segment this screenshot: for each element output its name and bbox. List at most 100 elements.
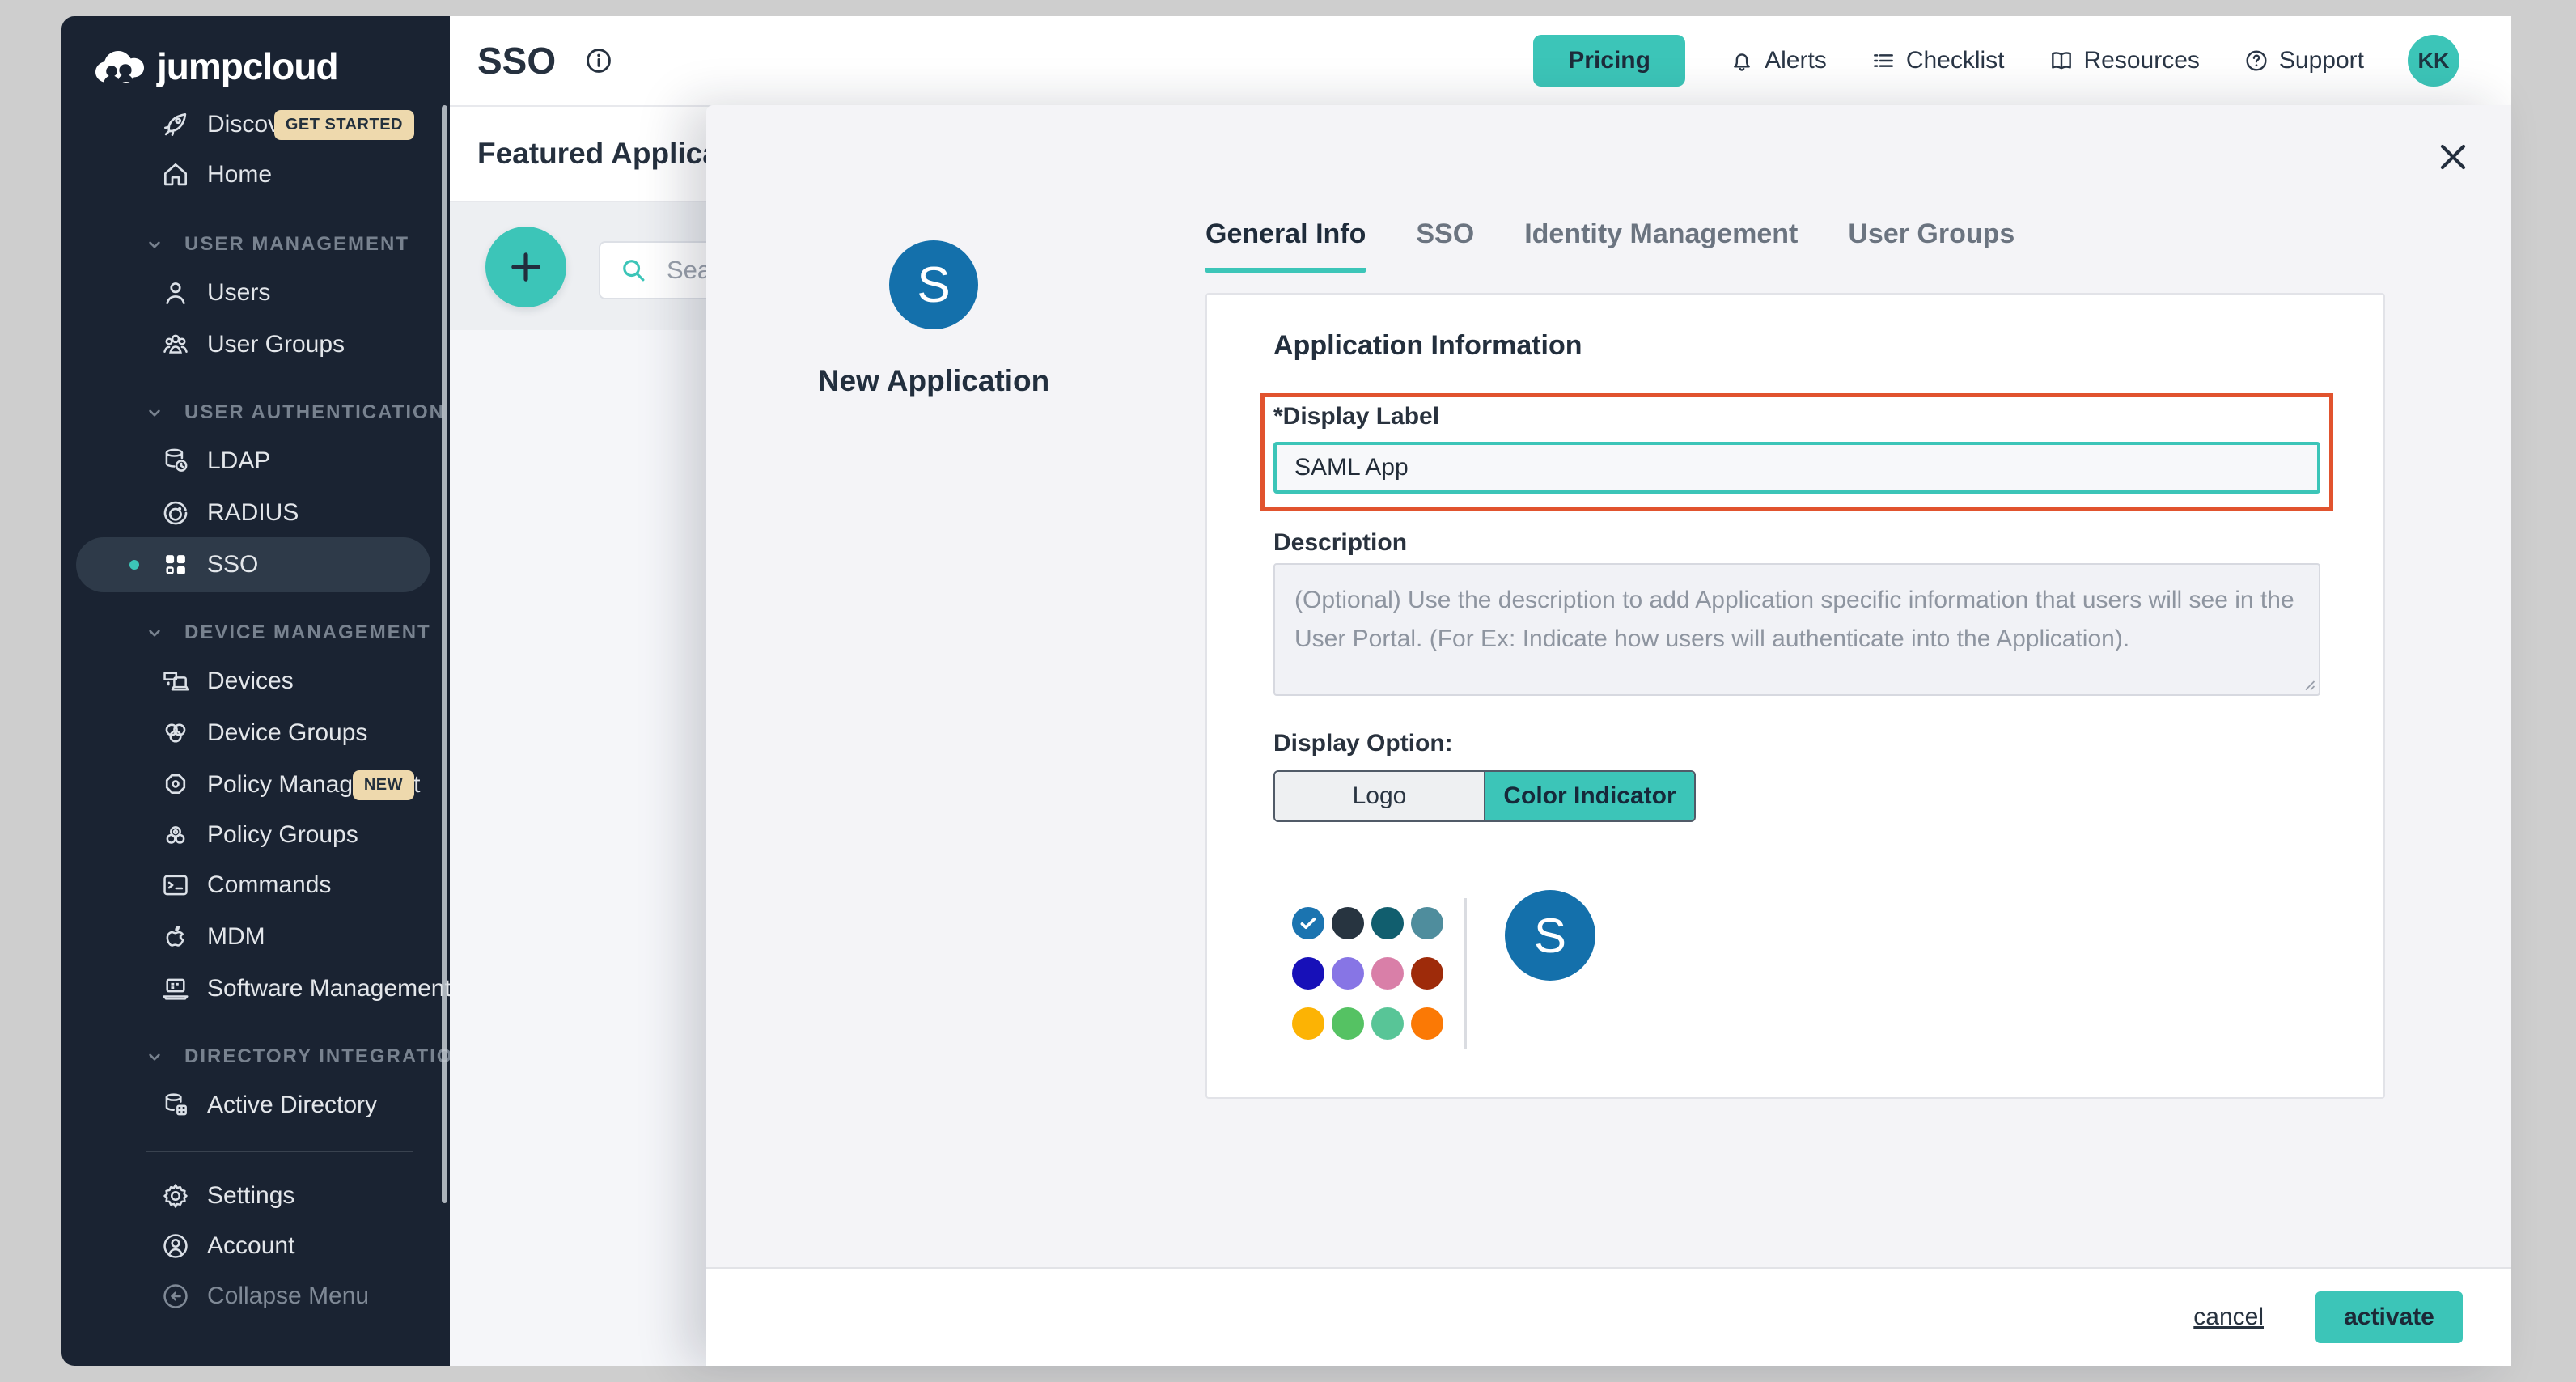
toggle-logo-option[interactable]: Logo [1275, 772, 1485, 820]
sidebar: jumpcloud Discover GET STARTED Home USER… [61, 16, 450, 1366]
user-avatar[interactable]: KK [2408, 35, 2459, 87]
color-swatch[interactable] [1292, 957, 1324, 990]
pricing-button[interactable]: Pricing [1533, 35, 1685, 87]
chevron-down-icon [144, 402, 165, 423]
radar-icon [157, 498, 194, 528]
sidebar-scrollbar[interactable] [442, 105, 447, 1203]
color-swatch[interactable] [1332, 1007, 1364, 1040]
sidebar-item-policy-management[interactable]: Policy Management NEW [61, 761, 450, 809]
color-swatch[interactable] [1411, 907, 1443, 939]
description-textarea[interactable] [1273, 563, 2320, 696]
toggle-color-indicator-option[interactable]: Color Indicator [1485, 772, 1694, 820]
database-clock-icon [157, 446, 194, 477]
modal-tabs: General Info SSO Identity Management Use… [1205, 218, 2015, 273]
logo-text: jumpcloud [157, 45, 338, 88]
policy-icon [157, 769, 194, 800]
header-actions: Pricing Alerts Checklist Resources Suppo… [1533, 35, 2459, 87]
top-header: SSO Pricing Alerts Checklist Resources [450, 16, 2511, 107]
add-application-button[interactable] [485, 227, 566, 307]
new-application-modal: S New Application General Info SSO Ident… [706, 105, 2511, 1366]
sidebar-item-users[interactable]: Users [61, 269, 450, 317]
sidebar-item-software-management[interactable]: Software Management [61, 964, 450, 1013]
sidebar-item-ldap[interactable]: LDAP [61, 437, 450, 485]
application-information-card: Application Information *Display Label D… [1205, 293, 2385, 1099]
resources-link[interactable]: Resources [2049, 47, 2200, 74]
sidebar-item-mdm[interactable]: MDM [61, 913, 450, 961]
color-swatch-selected[interactable] [1292, 907, 1324, 939]
sidebar-item-devices[interactable]: Devices [61, 657, 450, 706]
gear-icon [157, 1181, 194, 1211]
modal-footer: cancel activate [706, 1267, 2511, 1366]
color-swatch[interactable] [1371, 907, 1404, 939]
support-link[interactable]: Support [2243, 47, 2364, 74]
color-swatch[interactable] [1332, 957, 1364, 990]
sidebar-item-discover[interactable]: Discover GET STARTED [61, 100, 450, 149]
collapse-arrow-icon [157, 1281, 194, 1312]
color-swatch[interactable] [1292, 1007, 1324, 1040]
cloud-logo-icon [94, 49, 146, 84]
sidebar-item-radius[interactable]: RADIUS [61, 489, 450, 537]
sidebar-section-user-authentication[interactable]: USER AUTHENTICATION [61, 388, 450, 437]
sidebar-section-device-management[interactable]: DEVICE MANAGEMENT [61, 608, 450, 657]
active-indicator-dot [129, 560, 139, 570]
new-badge: NEW [353, 770, 414, 800]
sidebar-item-account[interactable]: Account [61, 1222, 450, 1270]
database-windows-icon [157, 1090, 194, 1121]
policy-groups-icon [157, 820, 194, 850]
chevron-down-icon [144, 234, 165, 255]
sidebar-item-sso[interactable]: SSO [61, 541, 450, 589]
question-circle-icon [2243, 48, 2269, 74]
sidebar-item-active-directory[interactable]: Active Directory [61, 1081, 450, 1130]
tab-general-info[interactable]: General Info [1205, 218, 1366, 273]
color-swatch[interactable] [1411, 957, 1443, 990]
person-circle-icon [157, 1231, 194, 1261]
users-group-icon [157, 329, 194, 360]
alerts-link[interactable]: Alerts [1729, 47, 1827, 74]
application-name: New Application [731, 364, 1137, 398]
display-label-input[interactable] [1273, 442, 2320, 494]
tab-sso[interactable]: SSO [1416, 218, 1474, 273]
sidebar-item-home[interactable]: Home [61, 150, 450, 199]
home-icon [157, 159, 194, 190]
sidebar-item-device-groups[interactable]: Device Groups [61, 709, 450, 757]
card-heading: Application Information [1273, 330, 1582, 362]
jumpcloud-logo[interactable]: jumpcloud [94, 40, 338, 92]
sidebar-item-collapse-menu[interactable]: Collapse Menu [61, 1272, 450, 1321]
laptop-icon [157, 973, 194, 1004]
description-label: Description [1273, 529, 1407, 557]
sidebar-item-commands[interactable]: Commands [61, 861, 450, 909]
tab-identity-management[interactable]: Identity Management [1524, 218, 1798, 273]
book-icon [2049, 48, 2074, 74]
sidebar-item-settings[interactable]: Settings [61, 1172, 450, 1220]
color-swatch[interactable] [1371, 1007, 1404, 1040]
chevron-down-icon [144, 622, 165, 643]
display-label-label: *Display Label [1273, 403, 1439, 430]
venn-icon [157, 718, 194, 748]
close-icon[interactable] [2432, 136, 2474, 178]
color-swatch[interactable] [1371, 957, 1404, 990]
terminal-icon [157, 870, 194, 901]
palette-divider [1464, 898, 1467, 1049]
devices-icon [157, 666, 194, 697]
cancel-link[interactable]: cancel [2193, 1304, 2264, 1331]
color-swatch[interactable] [1332, 907, 1364, 939]
tab-user-groups[interactable]: User Groups [1848, 218, 2015, 273]
info-icon[interactable] [583, 45, 614, 76]
checklist-icon [1871, 48, 1896, 74]
sidebar-section-user-management[interactable]: USER MANAGEMENT [61, 220, 450, 269]
sidebar-item-policy-groups[interactable]: Policy Groups [61, 811, 450, 859]
grid-icon [157, 549, 194, 580]
sidebar-section-directory-integrations[interactable]: DIRECTORY INTEGRATIONS [61, 1032, 450, 1081]
chevron-down-icon [144, 1046, 165, 1067]
sidebar-item-user-groups[interactable]: User Groups [61, 320, 450, 369]
activate-button[interactable]: activate [2315, 1291, 2463, 1343]
display-option-label: Display Option: [1273, 730, 1453, 757]
color-preview-avatar: S [1505, 890, 1595, 981]
page-title: SSO [477, 39, 556, 83]
apple-icon [157, 922, 194, 952]
page: jumpcloud Discover GET STARTED Home USER… [0, 0, 2576, 1382]
rocket-icon [157, 109, 194, 140]
checklist-link[interactable]: Checklist [1871, 47, 2005, 74]
color-swatch[interactable] [1411, 1007, 1443, 1040]
resize-handle-icon[interactable] [2301, 676, 2315, 691]
